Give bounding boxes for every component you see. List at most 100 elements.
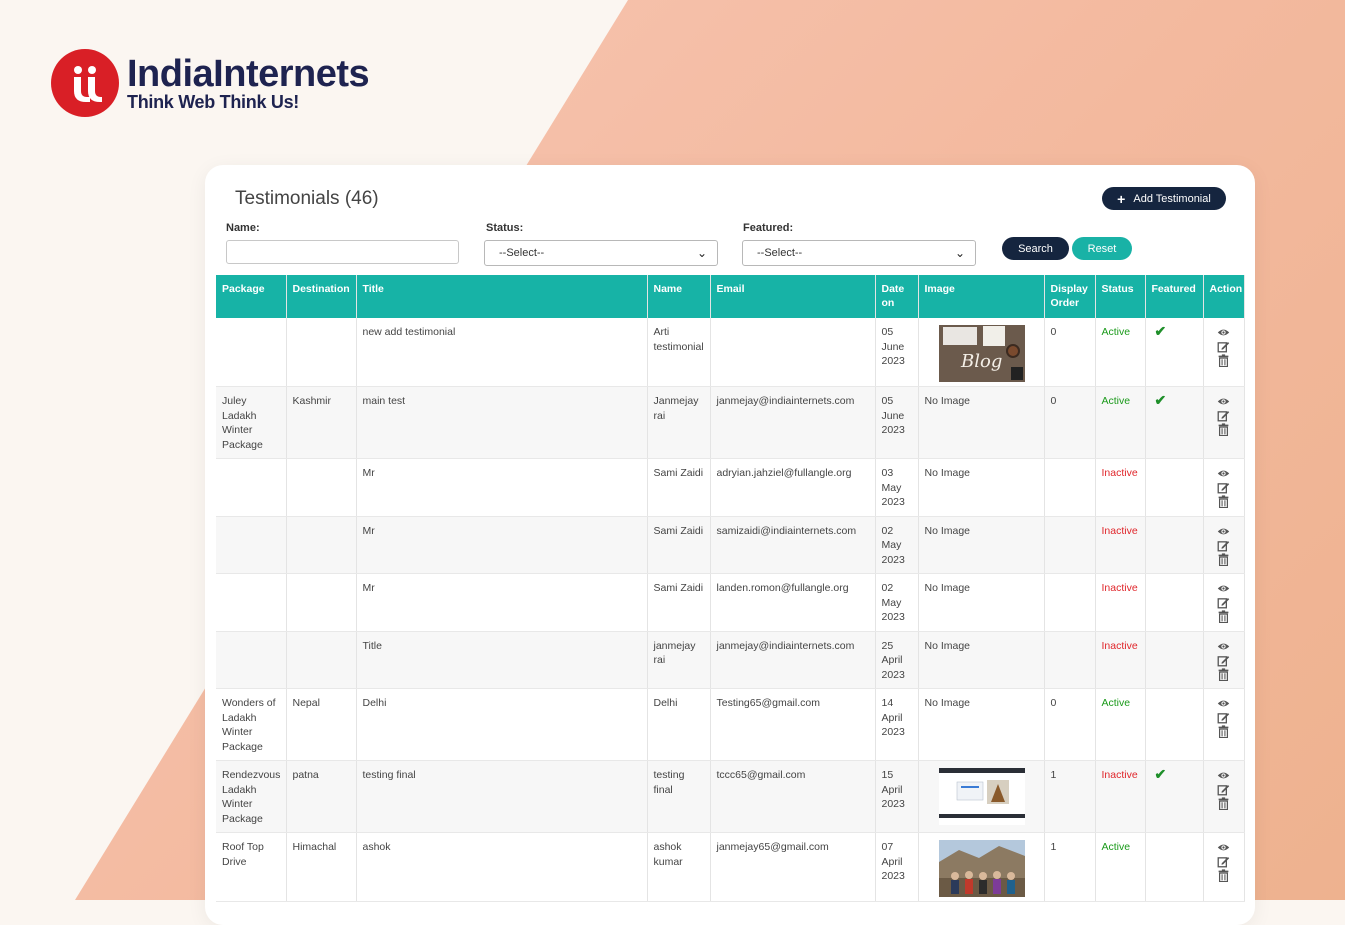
name-filter-input[interactable] xyxy=(226,240,459,264)
cell-destination xyxy=(286,631,357,689)
row-actions xyxy=(1206,466,1242,508)
delete-icon[interactable] xyxy=(1217,495,1230,508)
cell-image: No Image xyxy=(918,516,1045,574)
cell-destination: Kashmir xyxy=(286,386,357,459)
cell-display-order: 0 xyxy=(1044,318,1096,387)
cell-email: janmejay65@gmail.com xyxy=(710,832,876,902)
edit-icon[interactable] xyxy=(1217,711,1230,724)
table-body: new add testimonial Arti testimonial 05 Ju… xyxy=(216,318,1245,902)
cell-date: 03 May 2023 xyxy=(875,458,919,517)
testimonials-panel: Testimonials (46) + Add Testimonial Name… xyxy=(205,165,1255,925)
column-header: Destination xyxy=(286,275,357,318)
status-badge: Active xyxy=(1095,318,1146,387)
delete-icon[interactable] xyxy=(1217,797,1230,810)
logo-icon xyxy=(51,49,119,117)
column-header: Title xyxy=(356,275,648,318)
delete-icon[interactable] xyxy=(1217,869,1230,882)
cell-image: No Image xyxy=(918,688,1045,761)
status-badge: Inactive xyxy=(1095,631,1146,689)
cell-actions xyxy=(1203,760,1245,833)
table-row: Rendezvous Ladakh Winter Package patna tes… xyxy=(216,760,1245,833)
cell-display-order xyxy=(1044,573,1096,632)
cell-date: 07 April 2023 xyxy=(875,832,919,902)
cell-actions xyxy=(1203,318,1245,387)
cell-name: janmejay rai xyxy=(647,631,711,689)
delete-icon[interactable] xyxy=(1217,553,1230,566)
checkmark-icon: ✔ xyxy=(1154,392,1167,408)
view-icon[interactable] xyxy=(1217,769,1230,782)
add-testimonial-button[interactable]: + Add Testimonial xyxy=(1102,187,1226,210)
view-icon[interactable] xyxy=(1217,640,1230,653)
status-filter-value: --Select-- xyxy=(499,247,545,259)
add-testimonial-label: Add Testimonial xyxy=(1133,192,1211,205)
edit-icon[interactable] xyxy=(1217,855,1230,868)
row-actions xyxy=(1206,696,1242,738)
cell-featured xyxy=(1145,573,1204,632)
delete-icon[interactable] xyxy=(1217,354,1230,367)
cell-date: 15 April 2023 xyxy=(875,760,919,833)
cell-actions xyxy=(1203,832,1245,902)
view-icon[interactable] xyxy=(1217,525,1230,538)
cell-package: Rendezvous Ladakh Winter Package xyxy=(216,760,287,833)
cell-display-order xyxy=(1044,458,1096,517)
cell-title: Mr xyxy=(356,516,648,574)
cell-destination xyxy=(286,458,357,517)
edit-icon[interactable] xyxy=(1217,481,1230,494)
cell-title: Mr xyxy=(356,573,648,632)
cell-display-order: 0 xyxy=(1044,688,1096,761)
cell-name: Janmejay rai xyxy=(647,386,711,459)
cell-email: janmejay@indiainternets.com xyxy=(710,386,876,459)
cell-name: Sami Zaidi xyxy=(647,458,711,517)
status-filter-select[interactable]: --Select-- ⌄ xyxy=(484,240,718,266)
cell-email xyxy=(710,318,876,387)
view-icon[interactable] xyxy=(1217,582,1230,595)
view-icon[interactable] xyxy=(1217,697,1230,710)
status-badge: Active xyxy=(1095,832,1146,902)
edit-icon[interactable] xyxy=(1217,596,1230,609)
cell-date: 02 May 2023 xyxy=(875,516,919,574)
cell-featured: ✔ xyxy=(1145,318,1204,387)
cell-package xyxy=(216,516,287,574)
cell-display-order xyxy=(1044,631,1096,689)
search-button[interactable]: Search xyxy=(1002,237,1069,260)
cell-name: ashok kumar xyxy=(647,832,711,902)
cell-display-order: 1 xyxy=(1044,760,1096,833)
brand-name: IndiaInternets xyxy=(127,53,370,95)
column-header: Date on xyxy=(875,275,919,318)
edit-icon[interactable] xyxy=(1217,409,1230,422)
cell-actions xyxy=(1203,386,1245,459)
delete-icon[interactable] xyxy=(1217,423,1230,436)
cell-title: Mr xyxy=(356,458,648,517)
table-row: Wonders of Ladakh Winter Package Nepal Del… xyxy=(216,688,1245,761)
edit-icon[interactable] xyxy=(1217,539,1230,552)
cell-image xyxy=(918,832,1045,902)
cell-featured: ✔ xyxy=(1145,760,1204,833)
cell-display-order: 0 xyxy=(1044,386,1096,459)
cell-image: No Image xyxy=(918,386,1045,459)
view-icon[interactable] xyxy=(1217,841,1230,854)
cell-package xyxy=(216,318,287,387)
delete-icon[interactable] xyxy=(1217,725,1230,738)
cell-date: 05 June 2023 xyxy=(875,386,919,459)
name-filter-label: Name: xyxy=(226,222,260,234)
view-icon[interactable] xyxy=(1217,467,1230,480)
cell-name: Sami Zaidi xyxy=(647,516,711,574)
row-actions xyxy=(1206,581,1242,623)
delete-icon[interactable] xyxy=(1217,668,1230,681)
table-row: new add testimonial Arti testimonial 05 Ju… xyxy=(216,318,1245,387)
status-badge: Inactive xyxy=(1095,458,1146,517)
view-icon[interactable] xyxy=(1217,395,1230,408)
edit-icon[interactable] xyxy=(1217,783,1230,796)
column-header: Email xyxy=(710,275,876,318)
featured-filter-select[interactable]: --Select-- ⌄ xyxy=(742,240,976,266)
cell-package: Wonders of Ladakh Winter Package xyxy=(216,688,287,761)
cell-title: Delhi xyxy=(356,688,648,761)
cell-destination xyxy=(286,318,357,387)
cell-title: main test xyxy=(356,386,648,459)
edit-icon[interactable] xyxy=(1217,654,1230,667)
table-row: Mr Sami Zaidi landen.romon@fullangle.org 02… xyxy=(216,573,1245,632)
edit-icon[interactable] xyxy=(1217,340,1230,353)
reset-button[interactable]: Reset xyxy=(1072,237,1132,260)
delete-icon[interactable] xyxy=(1217,610,1230,623)
view-icon[interactable] xyxy=(1217,326,1230,339)
